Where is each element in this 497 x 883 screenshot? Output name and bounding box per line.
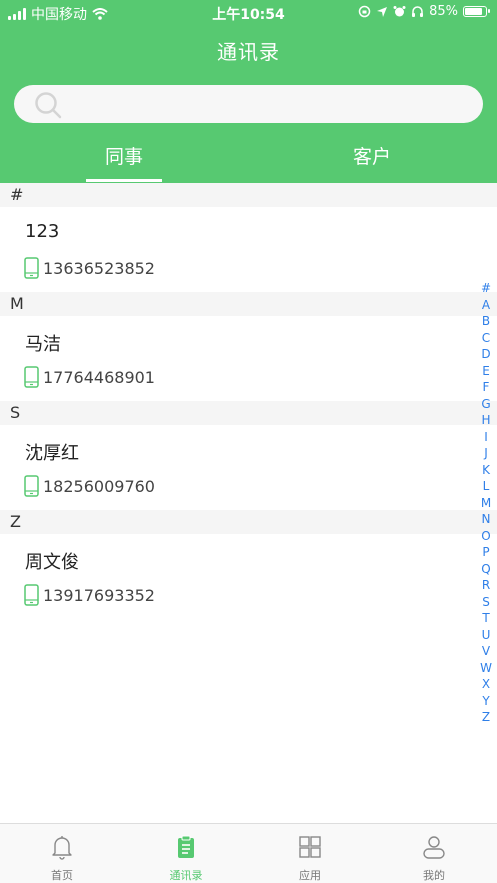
search-input[interactable] bbox=[74, 85, 464, 123]
contact-item[interactable]: 123 13636523852 bbox=[0, 207, 497, 292]
app-header: 中国移动 上午10:54 85% 通讯录 同事 客户 bbox=[0, 0, 497, 183]
tabbar-item-apps[interactable]: 应用 bbox=[248, 824, 372, 883]
tabbar-label: 首页 bbox=[51, 869, 73, 882]
search-icon bbox=[35, 92, 62, 119]
index-letter[interactable]: R bbox=[482, 577, 490, 594]
index-letter[interactable]: B bbox=[482, 313, 490, 330]
contact-phone-row: 17764468901 bbox=[24, 366, 155, 388]
phone-icon bbox=[24, 584, 39, 606]
contact-item[interactable]: 沈厚红 18256009760 bbox=[0, 425, 497, 510]
status-bar: 中国移动 上午10:54 85% bbox=[0, 0, 497, 26]
tabbar-label: 应用 bbox=[299, 869, 321, 882]
search-bar[interactable] bbox=[14, 85, 483, 123]
index-letter[interactable]: Z bbox=[482, 709, 490, 726]
index-letter[interactable]: L bbox=[483, 478, 490, 495]
contact-phone-row: 13917693352 bbox=[24, 584, 155, 606]
section-header-hash: # bbox=[0, 183, 497, 207]
tabbar-item-home[interactable]: 首页 bbox=[0, 824, 124, 883]
index-letter[interactable]: S bbox=[482, 594, 490, 611]
rotation-lock-icon bbox=[358, 5, 371, 18]
index-letter[interactable]: A bbox=[482, 297, 490, 314]
clipboard-icon bbox=[178, 835, 194, 858]
contact-phone[interactable]: 18256009760 bbox=[43, 477, 155, 496]
index-letter[interactable]: V bbox=[482, 643, 490, 660]
bottom-tab-bar: 首页 通讯录 应用 我的 bbox=[0, 823, 497, 883]
contact-name: 马洁 bbox=[25, 334, 61, 355]
contact-phone[interactable]: 17764468901 bbox=[43, 368, 155, 387]
section-header-s: S bbox=[0, 401, 497, 425]
index-letter[interactable]: T bbox=[482, 610, 489, 627]
page-title: 通讯录 bbox=[217, 40, 280, 64]
index-letter[interactable]: O bbox=[481, 528, 490, 545]
index-letter[interactable]: G bbox=[481, 396, 490, 413]
index-letter[interactable]: # bbox=[481, 280, 491, 297]
tabbar-item-contacts[interactable]: 通讯录 bbox=[124, 824, 248, 883]
battery-percent: 85% bbox=[429, 4, 458, 19]
tabbar-item-me[interactable]: 我的 bbox=[372, 824, 496, 883]
index-letter[interactable]: D bbox=[481, 346, 490, 363]
contact-phone-row: 13636523852 bbox=[24, 257, 155, 279]
tab-bar-top: 同事 客户 bbox=[0, 138, 497, 183]
index-letter[interactable]: Y bbox=[482, 693, 489, 710]
index-letter[interactable]: J bbox=[484, 445, 488, 462]
index-letter[interactable]: M bbox=[481, 495, 491, 512]
phone-icon bbox=[24, 475, 39, 497]
contact-item[interactable]: 马洁 17764468901 bbox=[0, 316, 497, 401]
contact-phone[interactable]: 13636523852 bbox=[43, 259, 155, 278]
active-tab-indicator bbox=[86, 179, 162, 182]
grid-icon bbox=[299, 836, 321, 858]
index-letter[interactable]: U bbox=[482, 627, 491, 644]
section-header-z: Z bbox=[0, 510, 497, 534]
person-icon bbox=[423, 836, 445, 859]
tab-colleagues[interactable]: 同事 bbox=[44, 142, 204, 169]
section-header-m: M bbox=[0, 292, 497, 316]
alarm-icon bbox=[393, 6, 406, 17]
index-letter[interactable]: P bbox=[482, 544, 489, 561]
contact-item[interactable]: 周文俊 13917693352 bbox=[0, 534, 497, 619]
index-letter[interactable]: N bbox=[482, 511, 491, 528]
index-letter[interactable]: C bbox=[482, 330, 490, 347]
contact-list: # 123 13636523852 M 马洁 17764468901 S 沈厚红 bbox=[0, 183, 497, 619]
index-letter[interactable]: X bbox=[482, 676, 490, 693]
location-icon bbox=[377, 6, 388, 17]
contact-name: 123 bbox=[25, 221, 60, 242]
tabbar-label: 我的 bbox=[423, 869, 445, 882]
phone-icon bbox=[24, 257, 39, 279]
contact-name: 周文俊 bbox=[25, 552, 79, 573]
phone-icon bbox=[24, 366, 39, 388]
index-letter[interactable]: F bbox=[483, 379, 490, 396]
index-letter[interactable]: W bbox=[480, 660, 492, 677]
headphones-icon bbox=[412, 6, 424, 17]
tabbar-label: 通讯录 bbox=[169, 869, 203, 882]
index-letter[interactable]: E bbox=[482, 363, 490, 380]
index-letter[interactable]: Q bbox=[481, 561, 490, 578]
index-letter[interactable]: H bbox=[481, 412, 490, 429]
bell-icon bbox=[52, 836, 72, 860]
contact-phone[interactable]: 13917693352 bbox=[43, 586, 155, 605]
tab-clients[interactable]: 客户 bbox=[292, 142, 452, 169]
battery-icon bbox=[463, 6, 490, 17]
index-letter[interactable]: K bbox=[482, 462, 490, 479]
index-letter[interactable]: I bbox=[484, 429, 488, 446]
contact-phone-row: 18256009760 bbox=[24, 475, 155, 497]
status-right: 85% bbox=[358, 4, 490, 19]
contact-name: 沈厚红 bbox=[25, 443, 79, 464]
alphabet-index[interactable]: # A B C D E F G H I J K L M N O P Q R S T U V W X Y Z bbox=[479, 280, 493, 726]
